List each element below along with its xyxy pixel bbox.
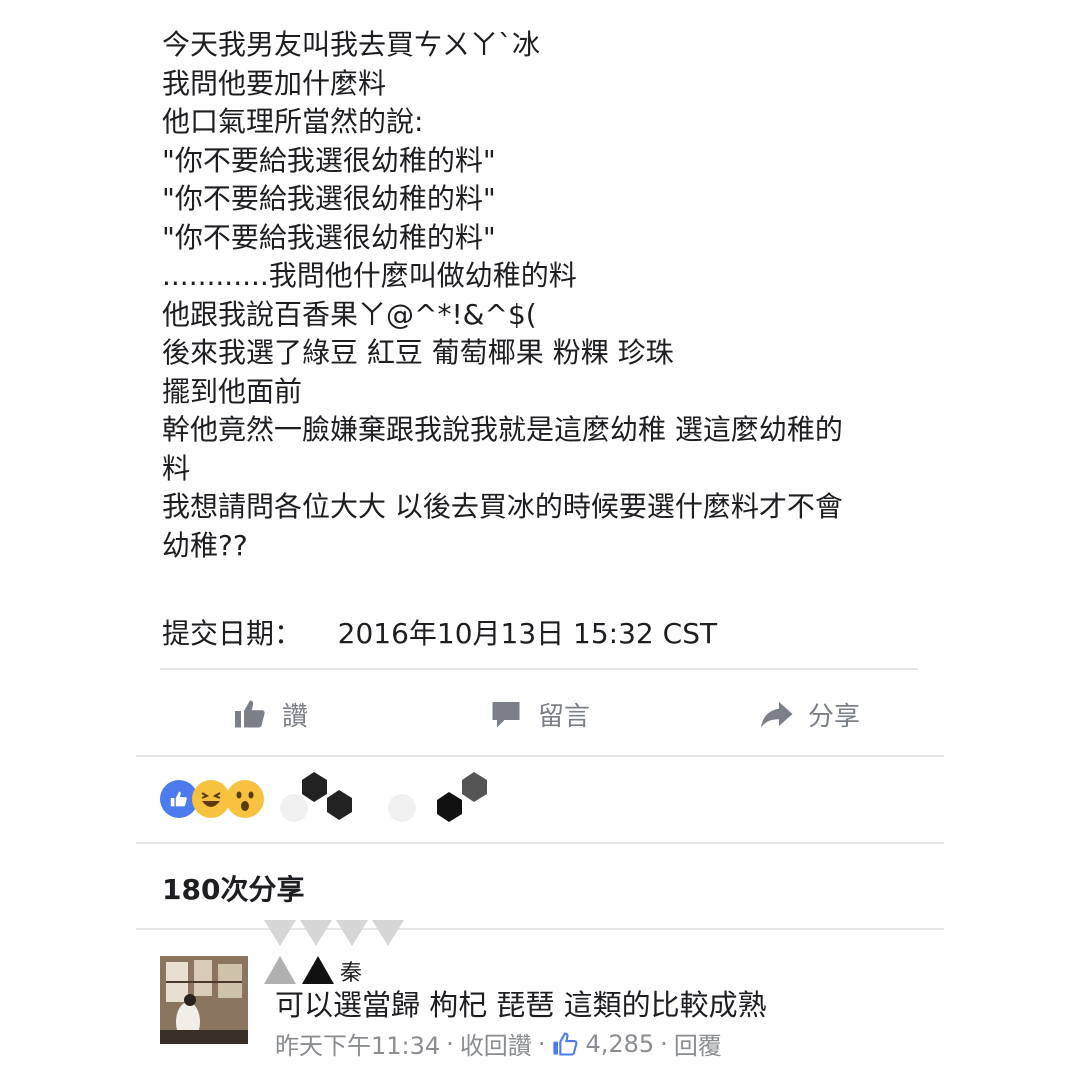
post-line: 幹他竟然一臉嫌棄跟我說我就是這麼幼稚 選這麼幼稚的 [162,413,843,446]
comment-author-name[interactable]: 秦 [262,918,422,988]
comment-label: 留言 [538,701,591,732]
submit-date-label: 提交日期： [162,617,303,650]
like-button[interactable]: 讚 [232,692,308,736]
divider [160,668,918,670]
post-line: 今天我男友叫我去買ㄘㄨㄚ`冰 [162,28,541,61]
post-line: 他口氣理所當然的說: [162,105,424,138]
post-line: "你不要給我選很幼稚的料" [162,143,496,177]
post-line: 我想請問各位大大 以後去買冰的時候要選什麼料才不會 [162,490,843,523]
divider [136,928,944,930]
post-body: 今天我男友叫我去買ㄘㄨㄚ`冰 我問他要加什麼料 他口氣理所當然的說: "你不要給… [162,26,922,565]
wow-reaction-icon [226,780,264,818]
comment-button[interactable]: 留言 [488,692,590,736]
comment-bubble-icon [492,702,520,728]
avatar[interactable] [160,956,248,1044]
thumbs-up-icon [235,700,265,728]
submit-date-row: 提交日期： 2016年10月13日 15:32 CST [162,612,717,652]
post-line: 他跟我說百香果ㄚ@^*!&^$( [162,297,537,331]
post-line: 幼稚?? [162,528,248,562]
post-line: ............我問他什麼叫做幼稚的料 [162,259,577,292]
post-line: 擺到他面前 [162,374,303,408]
comment-time[interactable]: 昨天下午11:34 [275,1026,440,1061]
post-line: "你不要給我選很幼稚的料" [162,220,496,254]
comment-like-count[interactable]: 4,285 [585,1030,654,1058]
submit-date-value: 2016年10月13日 15:32 CST [337,617,718,650]
like-label: 讚 [282,701,309,732]
post-line: 後來我選了綠豆 紅豆 葡萄椰果 粉粿 珍珠 [162,336,674,369]
post-line: "你不要給我選很幼稚的料" [162,182,496,215]
comment-text: 可以選當歸 枸杞 琵琶 這類的比較成熟 [275,988,767,1022]
reply-link[interactable]: 回覆 [674,1026,722,1061]
divider [136,842,944,844]
post-line: 我問他要加什麼料 [162,66,387,100]
reactions-row[interactable] [160,772,580,824]
redacted-names-mark [280,772,487,822]
post-line: 料 [162,451,191,485]
divider [136,755,944,757]
haha-reaction-icon [192,780,230,818]
thumbs-up-icon [553,1031,578,1056]
share-button[interactable]: 分享 [758,692,860,736]
shares-count[interactable]: 180次分享 [162,868,304,908]
retract-like-link[interactable]: 收回讚 [460,1026,532,1061]
share-label: 分享 [808,701,861,732]
share-arrow-icon [761,702,793,728]
comment-meta: 昨天下午11:34 · 收回讚 · 4,285 · 回覆 [275,1026,722,1061]
